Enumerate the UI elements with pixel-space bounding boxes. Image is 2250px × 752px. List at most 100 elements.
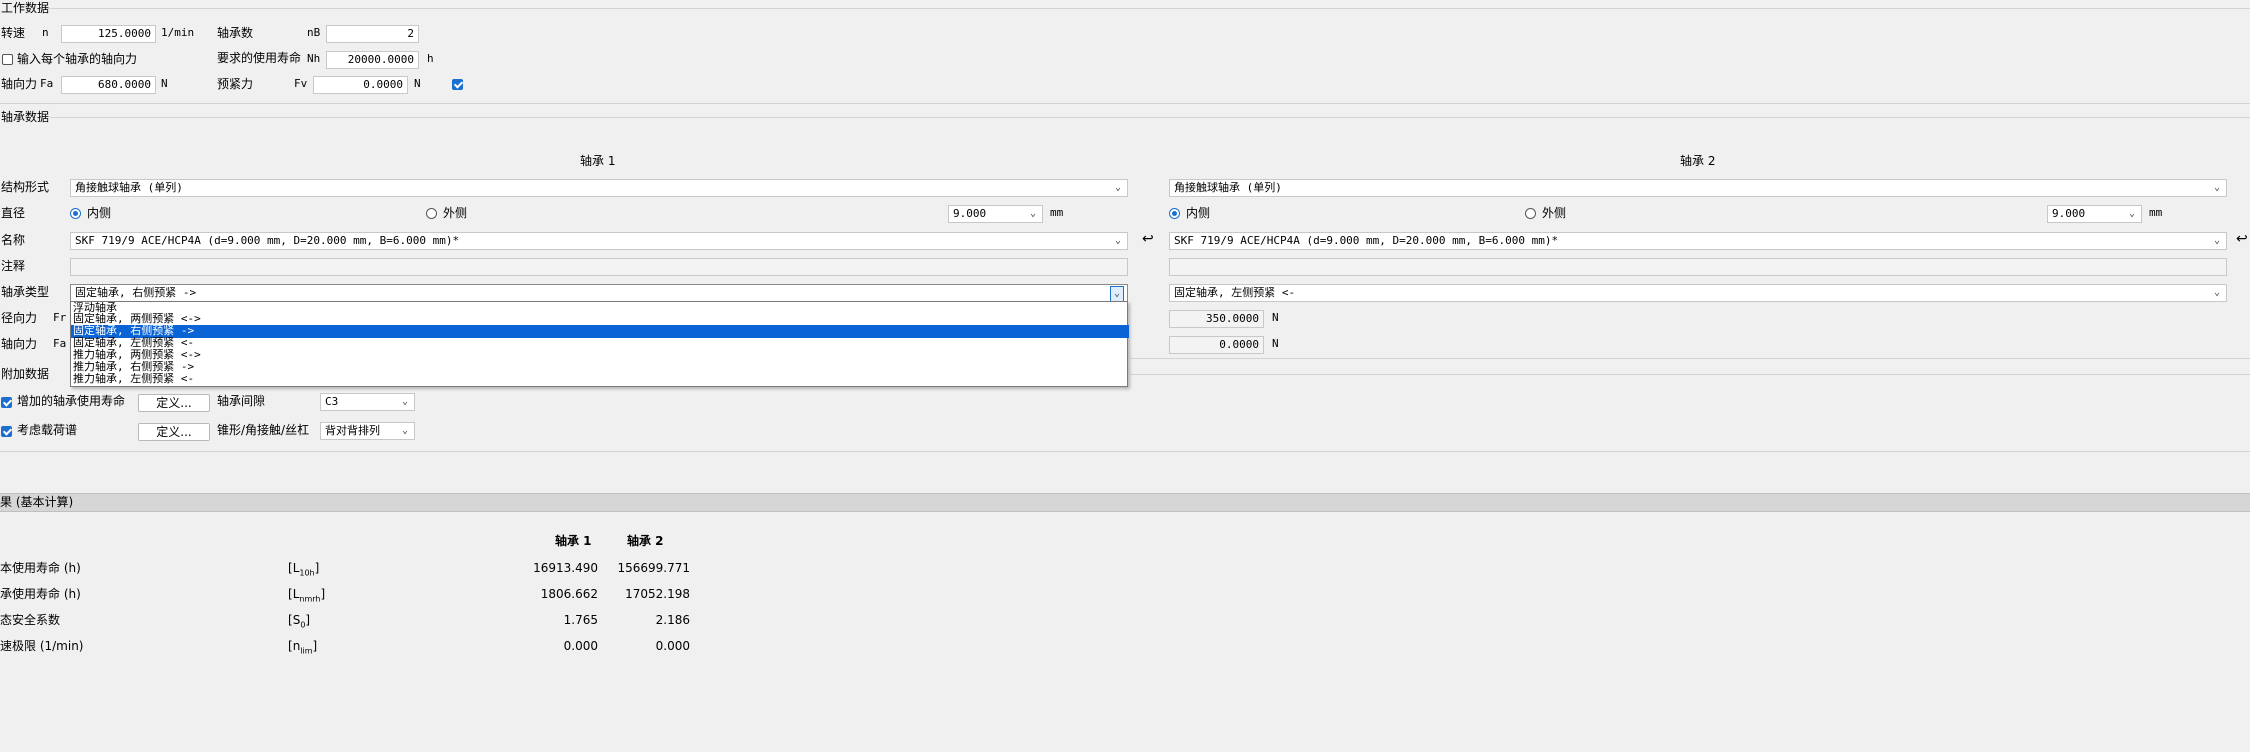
additional-data-title: 附加数据 <box>1 367 50 381</box>
bearing-1-type-select[interactable]: 固定轴承, 右侧预紧 -> ⌄ <box>70 284 1128 302</box>
extended-life-label: 增加的轴承使用寿命 <box>17 394 126 408</box>
result-row-symbol: [Lnmrh] <box>288 587 326 604</box>
required-life-label: 要求的使用寿命 <box>217 51 302 65</box>
section-separator-1 <box>0 103 2250 104</box>
bearing-2-inner-label: 内侧 <box>1186 206 1211 220</box>
bearing-type-label: 轴承类型 <box>1 285 50 299</box>
bearing-1-name-value: SKF 719/9 ACE/HCP4A (d=9.000 mm, D=20.00… <box>75 234 460 247</box>
bearing-1-inner-radio[interactable] <box>70 208 81 219</box>
bearing-2-structure-value: 角接触球轴承 (单列) <box>1174 181 1282 194</box>
chevron-down-icon: ⌄ <box>2213 182 2221 193</box>
speed-unit: 1/min <box>161 26 195 39</box>
results-header-bar: 果 (基本计算) <box>0 493 2250 512</box>
define-load-spectrum-button[interactable]: 定义... <box>138 423 210 441</box>
bearing-1-inner-label: 内侧 <box>87 206 112 220</box>
bearing-2-diameter-value: 9.000 <box>2052 207 2086 220</box>
return-arrow-icon[interactable]: ↩ <box>2236 231 2248 247</box>
bearing-2-inner-radio[interactable] <box>1169 208 1180 219</box>
diameter-label: 直径 <box>1 206 26 220</box>
bearing-1-structure-select[interactable]: 角接触球轴承 (单列) ⌄ <box>70 179 1128 197</box>
bearing-1-structure-value: 角接触球轴承 (单列) <box>75 181 183 194</box>
define-extended-life-button[interactable]: 定义... <box>138 394 210 412</box>
bearing-2-outer-label: 外侧 <box>1542 206 1567 220</box>
speed-input[interactable]: 125.0000 <box>61 25 156 43</box>
required-life-unit: h <box>427 52 434 65</box>
bearing-2-radial-unit: N <box>1272 311 1279 324</box>
bearing-1-diameter-select[interactable]: 9.000 ⌄ <box>948 205 1043 223</box>
preload-symbol: Fv <box>294 77 308 90</box>
result-row-value-1: 1.765 <box>563 613 598 627</box>
bearing-count-label: 轴承数 <box>217 26 254 40</box>
axial-force-row-symbol: Fa <box>53 337 67 350</box>
preload-checkbox[interactable] <box>452 79 463 90</box>
bearing-count-input[interactable]: 2 <box>326 25 419 43</box>
bearing-2-radial-input[interactable]: 350.0000 <box>1169 310 1264 328</box>
result-row-value-1: 1806.662 <box>540 587 598 601</box>
clearance-value: C3 <box>325 395 339 408</box>
load-spectrum-checkbox[interactable] <box>1 426 12 437</box>
bearing-data-title: 轴承数据 <box>1 110 50 124</box>
result-row-value-2: 156699.771 <box>617 561 690 575</box>
result-row-label: 本使用寿命 (h) <box>0 561 81 575</box>
bearing-count-symbol: nB <box>307 26 321 39</box>
axial-force-symbol: Fa <box>40 77 54 90</box>
axial-force-unit: N <box>161 77 168 90</box>
clearance-select[interactable]: C3 ⌄ <box>320 393 415 411</box>
arrangement-select[interactable]: 背对背排列 ⌄ <box>320 422 415 440</box>
bearing-1-outer-radio[interactable] <box>426 208 437 219</box>
axial-force-row-label: 轴向力 <box>1 337 38 351</box>
working-data-divider <box>46 8 2250 9</box>
bearing-data-divider <box>50 117 2250 118</box>
chevron-down-icon: ⌄ <box>1029 208 1037 219</box>
bearing-1-diameter-unit: mm <box>1050 206 1064 219</box>
axial-force-label: 轴向力 <box>1 77 38 91</box>
note-label: 注释 <box>1 259 26 273</box>
bearing-2-header: 轴承 2 <box>1680 154 1716 168</box>
result-row-symbol: [S0] <box>288 613 311 630</box>
bearing-2-diameter-unit: mm <box>2149 206 2163 219</box>
result-row-value-2: 17052.198 <box>625 587 690 601</box>
dropdown-option-thrust-left[interactable]: 推力轴承, 左侧预紧 <- <box>71 373 1129 386</box>
per-bearing-axial-label: 输入每个轴承的轴向力 <box>17 52 138 66</box>
bearing-2-type-select[interactable]: 固定轴承, 左侧预紧 <- ⌄ <box>1169 284 2227 302</box>
bearing-2-name-select[interactable]: SKF 719/9 ACE/HCP4A (d=9.000 mm, D=20.00… <box>1169 232 2227 250</box>
results-header-bearing-2: 轴承 2 <box>627 534 664 548</box>
chevron-down-icon: ⌄ <box>1114 182 1122 193</box>
chevron-down-icon: ⌄ <box>401 425 409 436</box>
result-row-value-1: 0.000 <box>563 639 598 653</box>
arrangement-value: 背对背排列 <box>325 424 380 437</box>
bearing-2-type-value: 固定轴承, 左侧预紧 <- <box>1174 286 1296 299</box>
result-row-value-2: 2.186 <box>655 613 690 627</box>
result-row-label: 速极限 (1/min) <box>0 639 84 653</box>
bearing-2-axial-input[interactable]: 0.0000 <box>1169 336 1264 354</box>
bearing-2-diameter-select[interactable]: 9.000 ⌄ <box>2047 205 2142 223</box>
per-bearing-axial-checkbox[interactable] <box>2 54 13 65</box>
axial-force-input[interactable]: 680.0000 <box>61 76 156 94</box>
return-arrow-icon[interactable]: ↩ <box>1142 231 1154 247</box>
radial-force-symbol: Fr <box>53 311 67 324</box>
speed-symbol: n <box>42 26 49 39</box>
bearing-2-axial-unit: N <box>1272 337 1279 350</box>
result-row-symbol: [nlim] <box>288 639 318 656</box>
results-header-bearing-1: 轴承 1 <box>555 534 592 548</box>
bearing-1-name-select[interactable]: SKF 719/9 ACE/HCP4A (d=9.000 mm, D=20.00… <box>70 232 1128 250</box>
chevron-down-icon: ⌄ <box>2213 287 2221 298</box>
bearing-2-name-value: SKF 719/9 ACE/HCP4A (d=9.000 mm, D=20.00… <box>1174 234 1559 247</box>
bearing-2-outer-radio[interactable] <box>1525 208 1536 219</box>
bearing-1-note-input[interactable] <box>70 258 1128 276</box>
required-life-input[interactable]: 20000.0000 <box>326 51 419 69</box>
bearing-1-header: 轴承 1 <box>580 154 616 168</box>
extended-life-checkbox[interactable] <box>1 397 12 408</box>
bearing-1-outer-label: 外侧 <box>443 206 468 220</box>
result-row-value-2: 0.000 <box>655 639 690 653</box>
result-row-label: 承使用寿命 (h) <box>0 587 81 601</box>
arrangement-label: 锥形/角接触/丝杠 <box>217 423 310 437</box>
bearing-1-type-value: 固定轴承, 右侧预紧 -> <box>75 286 197 299</box>
result-row-symbol: [L10h] <box>288 561 320 578</box>
preload-input[interactable]: 0.0000 <box>313 76 408 94</box>
clearance-label: 轴承间隙 <box>217 394 266 408</box>
bearing-2-structure-select[interactable]: 角接触球轴承 (单列) ⌄ <box>1169 179 2227 197</box>
bearing-type-dropdown[interactable]: 浮动轴承 固定轴承, 两侧预紧 <-> 固定轴承, 右侧预紧 -> 固定轴承, … <box>70 301 1129 387</box>
bearing-2-note-input[interactable] <box>1169 258 2227 276</box>
load-spectrum-label: 考虑载荷谱 <box>17 423 78 437</box>
